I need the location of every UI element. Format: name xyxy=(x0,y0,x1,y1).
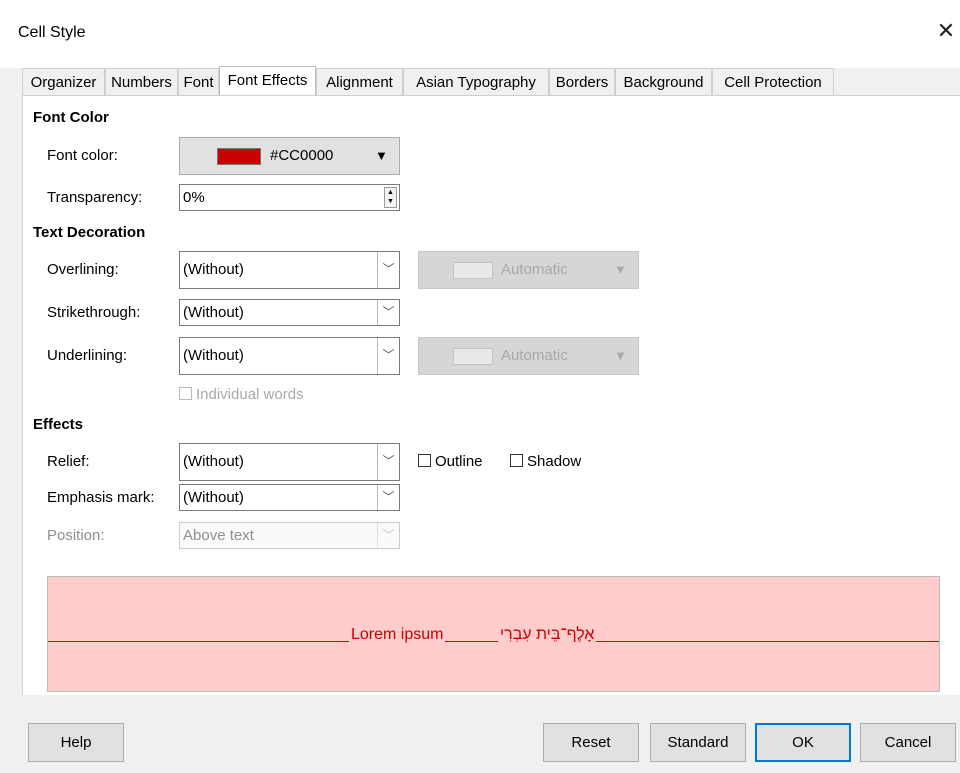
position-select: Above text ﹀ xyxy=(179,522,400,549)
emphasis-mark-select[interactable]: (Without) ﹀ xyxy=(179,484,400,511)
font-color-button[interactable]: #CC0000 ▼ xyxy=(179,137,400,175)
preview-latin-text: Lorem ipsum xyxy=(349,626,446,646)
chevron-down-icon: ﹀ xyxy=(377,300,399,325)
spin-arrows-icon[interactable]: ▲ ▼ xyxy=(384,187,397,208)
emphasis-mark-value: (Without) xyxy=(183,489,244,506)
preview-hebrew-text: אָלֶף־בֵּית עִבְרִי xyxy=(498,626,597,646)
tab-numbers[interactable]: Numbers xyxy=(105,68,178,95)
overlining-select[interactable]: (Without) ﹀ xyxy=(179,251,400,289)
chevron-down-icon: ﹀ xyxy=(377,485,399,510)
font-color-swatch xyxy=(217,148,261,165)
checkbox-icon xyxy=(179,387,192,400)
chevron-down-icon: ﹀ xyxy=(377,444,399,480)
underline-color-swatch xyxy=(453,348,493,365)
tab-asian-typography[interactable]: Asian Typography xyxy=(403,68,549,95)
tab-strip: Organizer Numbers Font Font Effects Alig… xyxy=(22,66,942,95)
overlining-label: Overlining: xyxy=(47,261,119,278)
tab-borders[interactable]: Borders xyxy=(549,68,615,95)
title-bar xyxy=(0,0,960,68)
shadow-checkbox[interactable]: Shadow xyxy=(510,453,581,470)
chevron-down-icon: ﹀ xyxy=(377,523,399,548)
transparency-label: Transparency: xyxy=(47,189,143,206)
tab-font[interactable]: Font xyxy=(178,68,219,95)
window-title: Cell Style xyxy=(18,24,86,41)
strikethrough-select[interactable]: (Without) ﹀ xyxy=(179,299,400,326)
overlining-value: (Without) xyxy=(183,261,244,278)
tab-organizer[interactable]: Organizer xyxy=(22,68,105,95)
shadow-label: Shadow xyxy=(527,453,582,470)
effects-heading: Effects xyxy=(33,416,84,433)
strikethrough-value: (Without) xyxy=(183,304,244,321)
standard-button[interactable]: Standard xyxy=(650,723,746,762)
relief-label: Relief: xyxy=(47,453,90,470)
underline-color-button: Automatic ▼ xyxy=(418,337,639,375)
tab-alignment[interactable]: Alignment xyxy=(316,68,403,95)
relief-select[interactable]: (Without) ﹀ xyxy=(179,443,400,481)
close-icon[interactable]: ✕ xyxy=(935,18,957,44)
chevron-down-icon: ﹀ xyxy=(377,252,399,288)
strikethrough-label: Strikethrough: xyxy=(47,304,141,321)
cancel-button[interactable]: Cancel xyxy=(860,723,956,762)
overline-color-swatch xyxy=(453,262,493,279)
font-color-label: Font color: xyxy=(47,147,118,164)
ok-button[interactable]: OK xyxy=(755,723,851,762)
transparency-value: 0% xyxy=(183,189,205,206)
tab-cell-protection[interactable]: Cell Protection xyxy=(712,68,834,95)
overline-color-button: Automatic ▼ xyxy=(418,251,639,289)
individual-words-label: Individual words xyxy=(196,386,304,403)
chevron-down-icon: ▼ xyxy=(614,348,627,363)
emphasis-mark-label: Emphasis mark: xyxy=(47,489,155,506)
text-decoration-heading: Text Decoration xyxy=(33,224,146,241)
relief-value: (Without) xyxy=(183,453,244,470)
underlining-select[interactable]: (Without) ﹀ xyxy=(179,337,400,375)
preview-area: Lorem ipsum אָלֶף־בֵּית עִבְרִי xyxy=(47,576,940,692)
underlining-value: (Without) xyxy=(183,347,244,364)
font-effects-panel: Font Color Font color: #CC0000 ▼ Transpa… xyxy=(22,95,960,695)
reset-button[interactable]: Reset xyxy=(543,723,639,762)
checkbox-icon xyxy=(418,454,431,467)
individual-words-checkbox: Individual words xyxy=(179,386,304,403)
font-color-value: #CC0000 xyxy=(270,147,334,164)
outline-checkbox[interactable]: Outline xyxy=(418,453,483,470)
underline-color-value: Automatic xyxy=(501,347,568,364)
position-label: Position: xyxy=(47,527,105,544)
overline-color-value: Automatic xyxy=(501,261,568,278)
tab-background[interactable]: Background xyxy=(615,68,712,95)
position-value: Above text xyxy=(183,527,254,544)
preview-baseline xyxy=(48,641,939,642)
chevron-down-icon: ﹀ xyxy=(377,338,399,374)
help-button[interactable]: Help xyxy=(28,723,124,762)
underlining-label: Underlining: xyxy=(47,347,128,364)
chevron-down-icon: ▼ xyxy=(614,262,627,277)
transparency-spinbox[interactable]: 0% ▲ ▼ xyxy=(179,184,400,211)
chevron-down-icon: ▼ xyxy=(375,148,388,163)
outline-label: Outline xyxy=(435,453,483,470)
tab-font-effects[interactable]: Font Effects xyxy=(219,66,316,95)
checkbox-icon xyxy=(510,454,523,467)
font-color-heading: Font Color xyxy=(33,109,109,126)
